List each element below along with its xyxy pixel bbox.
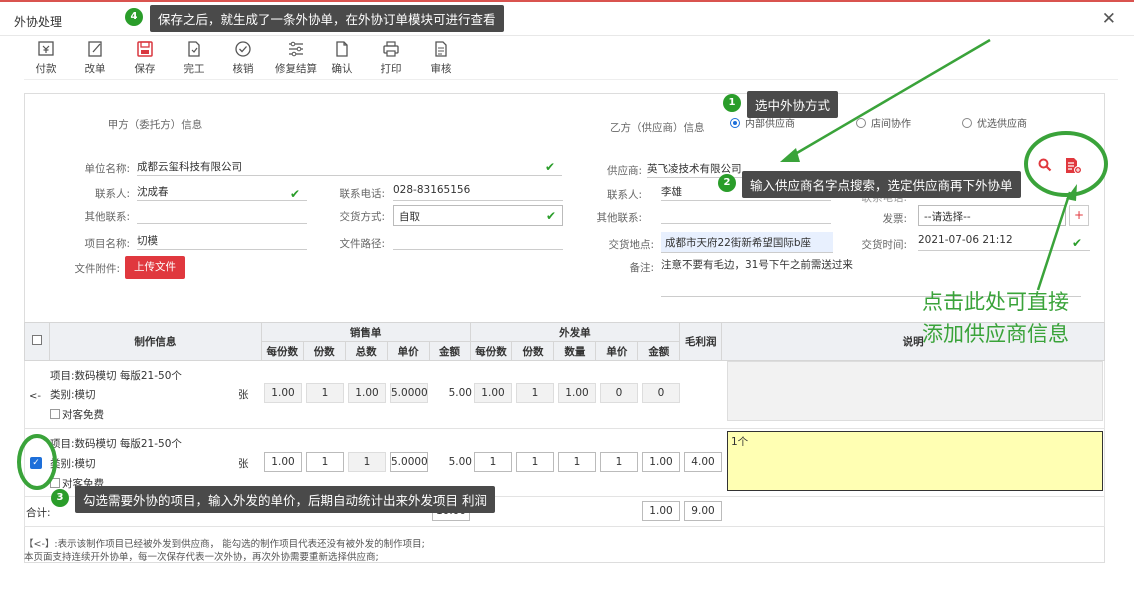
annotation-green-line1: 点击此处可直接: [922, 290, 1069, 314]
arrow-line: [1036, 191, 1072, 291]
highlight-circle: [17, 434, 57, 490]
highlight-circle: [1024, 131, 1108, 197]
arrow-line: [789, 38, 991, 159]
annotation-green-line2: 添加供应商信息: [922, 322, 1069, 346]
arrow-head: [1066, 184, 1077, 201]
arrow-head: [780, 148, 800, 162]
